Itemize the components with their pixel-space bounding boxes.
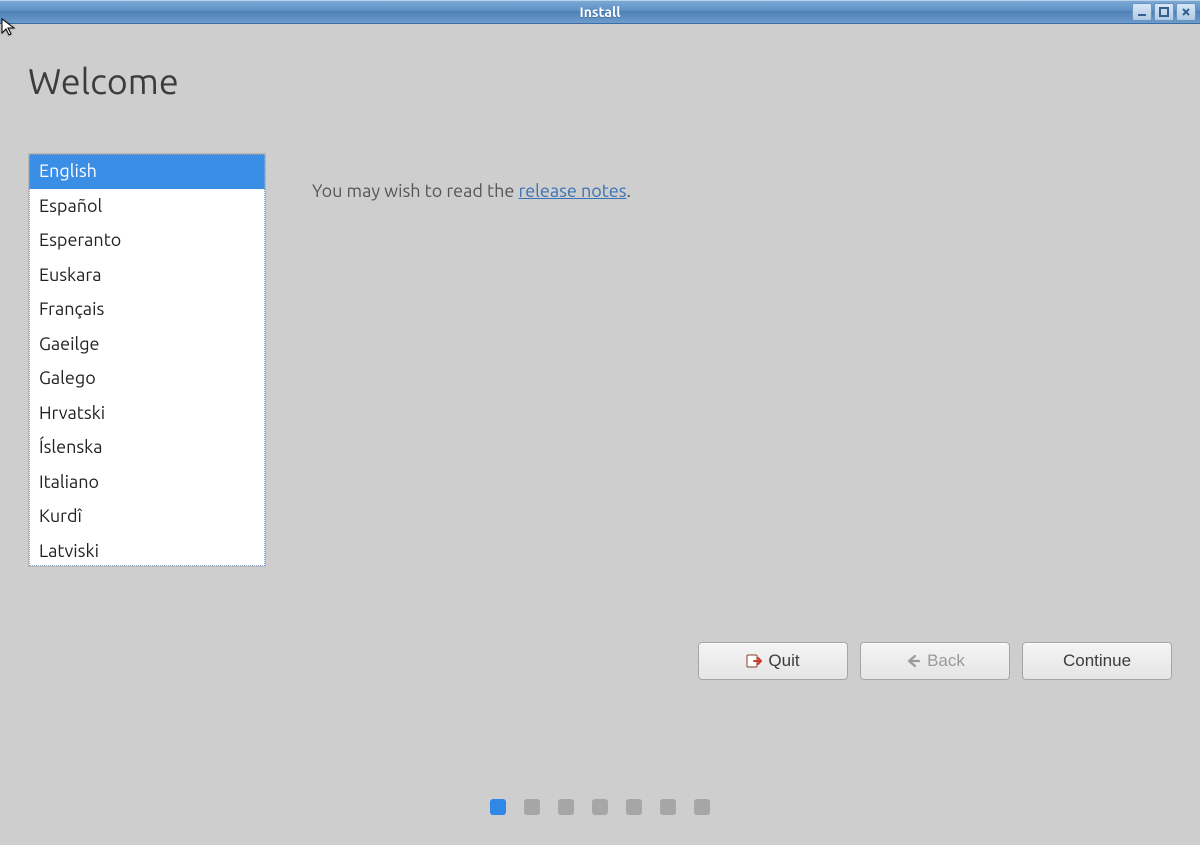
step-dot (660, 799, 676, 815)
language-item[interactable]: Hrvatski (29, 396, 265, 431)
installer-client-area: Welcome EnglishEspañolEsperantoEuskaraFr… (0, 24, 1200, 845)
language-item[interactable]: Latviski (29, 534, 265, 568)
language-item[interactable]: Gaeilge (29, 327, 265, 362)
window-title: Install (580, 4, 621, 20)
step-dot (626, 799, 642, 815)
body-text: You may wish to read the release notes. (312, 181, 631, 201)
step-dot (592, 799, 608, 815)
language-item[interactable]: Galego (29, 361, 265, 396)
page-title: Welcome (28, 60, 1172, 101)
step-dot (558, 799, 574, 815)
quit-label: Quit (768, 651, 799, 671)
window-controls (1132, 3, 1196, 21)
quit-button[interactable]: Quit (698, 642, 848, 680)
step-dots (490, 799, 710, 815)
back-arrow-icon (905, 653, 921, 669)
close-button[interactable] (1176, 3, 1196, 21)
button-row: Quit Back Continue (698, 642, 1172, 680)
language-item[interactable]: Kurdî (29, 499, 265, 534)
minimize-button[interactable] (1132, 3, 1152, 21)
language-item[interactable]: Esperanto (29, 223, 265, 258)
back-label: Back (927, 651, 965, 671)
quit-icon (746, 653, 762, 669)
step-dot (490, 799, 506, 815)
back-button[interactable]: Back (860, 642, 1010, 680)
continue-button[interactable]: Continue (1022, 642, 1172, 680)
language-item[interactable]: Italiano (29, 465, 265, 500)
step-dot (524, 799, 540, 815)
content-row: EnglishEspañolEsperantoEuskaraFrançaisGa… (28, 153, 1172, 567)
body-prefix: You may wish to read the (312, 181, 518, 201)
language-list[interactable]: EnglishEspañolEsperantoEuskaraFrançaisGa… (28, 153, 266, 567)
body-suffix: . (627, 181, 631, 201)
language-item[interactable]: Español (29, 189, 265, 224)
titlebar: Install (0, 0, 1200, 24)
step-dot (694, 799, 710, 815)
language-item[interactable]: Íslenska (29, 430, 265, 465)
maximize-button[interactable] (1154, 3, 1174, 21)
release-notes-link[interactable]: release notes (518, 181, 626, 201)
language-item[interactable]: Euskara (29, 258, 265, 293)
language-item[interactable]: English (29, 154, 265, 189)
continue-label: Continue (1063, 651, 1131, 671)
language-item[interactable]: Français (29, 292, 265, 327)
